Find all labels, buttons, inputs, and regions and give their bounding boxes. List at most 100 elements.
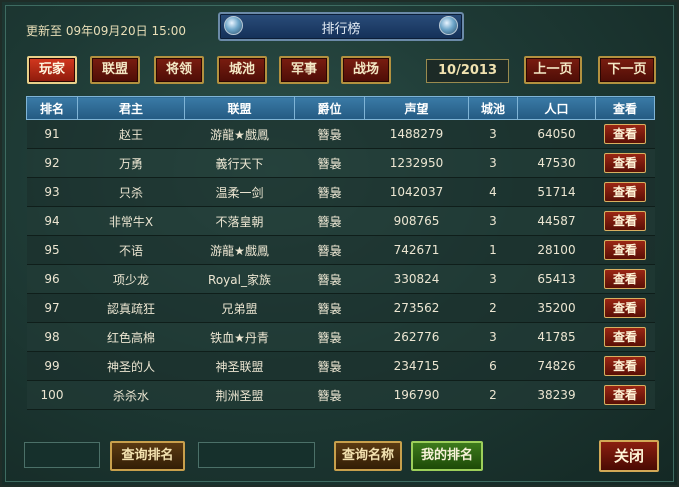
alliance-cell: 温柔一剑 <box>184 177 295 207</box>
query-rank-button[interactable]: 查询排名 <box>110 441 185 471</box>
column-header: 声望 <box>364 96 469 120</box>
rank-cell: 100 <box>26 380 78 410</box>
column-header: 爵位 <box>294 96 365 120</box>
table-row: 95 不语 游龍★戲鳳 簪裊 742671 1 28100 查看 <box>26 235 655 265</box>
cities-cell: 3 <box>468 206 518 236</box>
view-cell: 查看 <box>595 119 655 149</box>
population-cell: 65413 <box>517 264 596 294</box>
prestige-cell: 330824 <box>364 264 469 294</box>
title-cell: 簪裊 <box>294 322 365 352</box>
alliance-cell: 游龍★戲鳳 <box>184 235 295 265</box>
tab-alliances[interactable]: 联盟 <box>90 56 140 84</box>
population-cell: 74826 <box>517 351 596 381</box>
query-name-button[interactable]: 查询名称 <box>334 441 402 471</box>
rank-cell: 97 <box>26 293 78 323</box>
view-button[interactable]: 查看 <box>604 327 646 347</box>
my-rank-button[interactable]: 我的排名 <box>411 441 483 471</box>
table-row: 96 项少龙 Royal_家族 簪裊 330824 3 65413 查看 <box>26 264 655 294</box>
next-page-button[interactable]: 下一页 <box>598 56 656 84</box>
title-cell: 簪裊 <box>294 177 365 207</box>
title-cell: 簪裊 <box>294 351 365 381</box>
cities-cell: 6 <box>468 351 518 381</box>
lord-cell: 不语 <box>77 235 185 265</box>
lord-cell: 非常牛X <box>77 206 185 236</box>
view-button[interactable]: 查看 <box>604 124 646 144</box>
rank-cell: 93 <box>26 177 78 207</box>
alliance-cell: 兄弟盟 <box>184 293 295 323</box>
rank-cell: 96 <box>26 264 78 294</box>
population-cell: 44587 <box>517 206 596 236</box>
tab-battlefield[interactable]: 战场 <box>341 56 391 84</box>
view-button[interactable]: 查看 <box>604 240 646 260</box>
table-row: 91 赵王 游龍★戲鳳 簪裊 1488279 3 64050 查看 <box>26 119 655 149</box>
tab-generals[interactable]: 将领 <box>154 56 204 84</box>
table-row: 94 非常牛X 不落皇朝 簪裊 908765 3 44587 查看 <box>26 206 655 236</box>
cities-cell: 2 <box>468 380 518 410</box>
view-button[interactable]: 查看 <box>604 356 646 376</box>
gem-icon <box>439 16 458 35</box>
alliance-cell: 神圣联盟 <box>184 351 295 381</box>
view-cell: 查看 <box>595 264 655 294</box>
population-cell: 35200 <box>517 293 596 323</box>
rank-cell: 98 <box>26 322 78 352</box>
name-query-input[interactable] <box>198 442 315 468</box>
title-cell: 簪裊 <box>294 264 365 294</box>
cities-cell: 3 <box>468 322 518 352</box>
prestige-cell: 262776 <box>364 322 469 352</box>
column-header: 君主 <box>77 96 185 120</box>
tab-military[interactable]: 军事 <box>279 56 329 84</box>
column-header: 联盟 <box>184 96 295 120</box>
table-row: 98 红色高棉 铁血★丹青 簪裊 262776 3 41785 查看 <box>26 322 655 352</box>
cities-cell: 3 <box>468 119 518 149</box>
prestige-cell: 1042037 <box>364 177 469 207</box>
view-cell: 查看 <box>595 380 655 410</box>
column-header: 城池 <box>468 96 518 120</box>
update-time: 更新至 09年09月20日 15:00 <box>26 24 187 38</box>
table-row: 97 認真疏狂 兄弟盟 簪裊 273562 2 35200 查看 <box>26 293 655 323</box>
view-cell: 查看 <box>595 206 655 236</box>
alliance-cell: 游龍★戲鳳 <box>184 119 295 149</box>
population-cell: 28100 <box>517 235 596 265</box>
rank-cell: 99 <box>26 351 78 381</box>
prestige-cell: 234715 <box>364 351 469 381</box>
view-button[interactable]: 查看 <box>604 211 646 231</box>
view-button[interactable]: 查看 <box>604 298 646 318</box>
prestige-cell: 908765 <box>364 206 469 236</box>
column-header: 人口 <box>517 96 596 120</box>
table-row: 99 神圣的人 神圣联盟 簪裊 234715 6 74826 查看 <box>26 351 655 381</box>
alliance-cell: 不落皇朝 <box>184 206 295 236</box>
view-button[interactable]: 查看 <box>604 269 646 289</box>
close-button[interactable]: 关闭 <box>599 440 659 472</box>
ranking-table: 排名 君主 联盟 爵位 声望 城池 人口 查看 91 赵王 游龍★戲鳳 簪裊 1… <box>26 96 655 410</box>
prestige-cell: 1232950 <box>364 148 469 178</box>
tab-cities[interactable]: 城池 <box>217 56 267 84</box>
population-cell: 64050 <box>517 119 596 149</box>
view-button[interactable]: 查看 <box>604 153 646 173</box>
prev-page-button[interactable]: 上一页 <box>524 56 582 84</box>
cities-cell: 1 <box>468 235 518 265</box>
alliance-cell: 荆洲圣盟 <box>184 380 295 410</box>
column-header: 排名 <box>26 96 78 120</box>
title-cell: 簪裊 <box>294 293 365 323</box>
view-button[interactable]: 查看 <box>604 182 646 202</box>
ranking-panel: 更新至 09年09月20日 15:00 排行榜 玩家 联盟 将领 城池 军事 战… <box>0 0 679 487</box>
cities-cell: 4 <box>468 177 518 207</box>
population-cell: 47530 <box>517 148 596 178</box>
lord-cell: 只杀 <box>77 177 185 207</box>
rank-query-input[interactable] <box>24 442 100 468</box>
lord-cell: 红色高棉 <box>77 322 185 352</box>
view-cell: 查看 <box>595 148 655 178</box>
tab-players[interactable]: 玩家 <box>27 56 77 84</box>
view-cell: 查看 <box>595 235 655 265</box>
table-row: 100 杀杀水 荆洲圣盟 簪裊 196790 2 38239 查看 <box>26 380 655 410</box>
page-indicator: 10/2013 <box>426 59 509 83</box>
alliance-cell: Royal_家族 <box>184 264 295 294</box>
column-header: 查看 <box>595 96 655 120</box>
lord-cell: 杀杀水 <box>77 380 185 410</box>
title-bar: 排行榜 <box>218 12 464 41</box>
rank-cell: 92 <box>26 148 78 178</box>
view-cell: 查看 <box>595 351 655 381</box>
cities-cell: 3 <box>468 264 518 294</box>
title-cell: 簪裊 <box>294 148 365 178</box>
view-button[interactable]: 查看 <box>604 385 646 405</box>
